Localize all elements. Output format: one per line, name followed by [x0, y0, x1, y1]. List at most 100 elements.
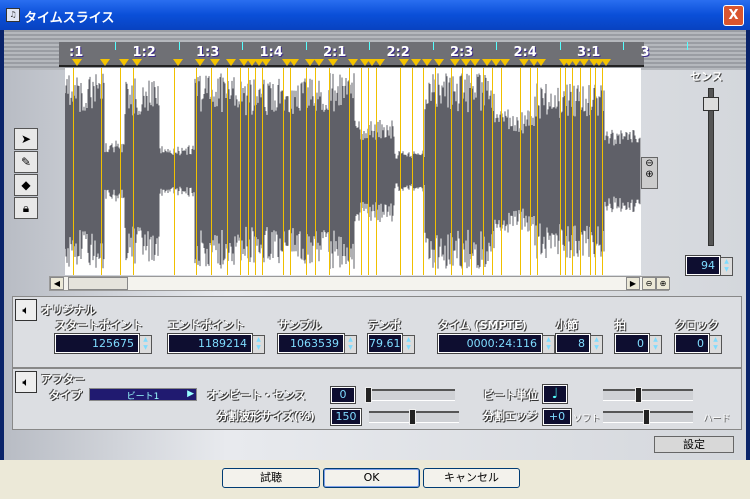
- slice-marker[interactable]: [560, 68, 561, 275]
- edge-value[interactable]: +0: [543, 409, 571, 425]
- slice-marker[interactable]: [211, 68, 212, 275]
- slice-marker[interactable]: [451, 68, 452, 275]
- slice-marker[interactable]: [530, 68, 531, 275]
- slice-marker[interactable]: [290, 68, 291, 275]
- slice-marker[interactable]: [492, 68, 493, 275]
- slice-marker[interactable]: [520, 68, 521, 275]
- slice-marker-handle[interactable]: [348, 59, 358, 66]
- slice-marker-handle[interactable]: [579, 59, 589, 66]
- horizontal-scrollbar[interactable]: ◀ ▶ ⊖ ⊕: [49, 276, 670, 291]
- slice-marker-handle[interactable]: [210, 59, 220, 66]
- onbeat-value[interactable]: 0: [331, 387, 355, 403]
- field-value-box[interactable]: 125675 ▲ ▼: [55, 334, 152, 354]
- slice-marker-handle[interactable]: [132, 59, 142, 66]
- slice-marker-handle[interactable]: [434, 59, 444, 66]
- slice-marker-handle[interactable]: [470, 59, 480, 66]
- slice-marker-handle[interactable]: [375, 59, 385, 66]
- slice-marker[interactable]: [227, 68, 228, 275]
- spinner[interactable]: ▲ ▼: [252, 335, 265, 354]
- slice-marker[interactable]: [368, 68, 369, 275]
- slice-marker-handle[interactable]: [195, 59, 205, 66]
- edge-slider-thumb[interactable]: [643, 409, 650, 425]
- slice-marker[interactable]: [315, 68, 316, 275]
- sense-value[interactable]: 94 ▲ ▼: [686, 256, 733, 276]
- sense-spinner[interactable]: ▲ ▼: [720, 257, 733, 276]
- beat-unit-button[interactable]: ♩: [543, 385, 567, 403]
- pencil-tool-icon[interactable]: ✎: [14, 151, 38, 173]
- sense-slider-thumb[interactable]: [703, 96, 719, 111]
- slice-marker-handle[interactable]: [314, 59, 324, 66]
- slice-marker[interactable]: [572, 68, 573, 275]
- spinner[interactable]: ▲ ▼: [649, 335, 662, 354]
- cancel-button[interactable]: キャンセル: [423, 468, 520, 488]
- slice-marker[interactable]: [329, 68, 330, 275]
- eraser-tool-icon[interactable]: ◆: [14, 174, 38, 196]
- sense-slider[interactable]: [708, 88, 714, 246]
- scroll-right-button[interactable]: ▶: [626, 277, 640, 290]
- field-value-box[interactable]: 0000:24:116 ▲ ▼: [438, 334, 555, 354]
- spinner[interactable]: ▲ ▼: [542, 335, 555, 354]
- after-speaker-icon[interactable]: 🔈︎: [15, 371, 37, 393]
- spinner[interactable]: ▲ ▼: [402, 335, 415, 354]
- split-size-slider-thumb[interactable]: [409, 409, 416, 425]
- slice-marker[interactable]: [255, 68, 256, 275]
- slice-marker[interactable]: [537, 68, 538, 275]
- slice-marker[interactable]: [196, 68, 197, 275]
- slice-marker[interactable]: [120, 68, 121, 275]
- split-size-slider[interactable]: [369, 409, 459, 425]
- waveform-view[interactable]: [65, 68, 641, 275]
- slice-marker[interactable]: [73, 68, 74, 275]
- zoom-out-icon[interactable]: ⊖: [642, 277, 656, 290]
- slice-marker-handle[interactable]: [601, 59, 611, 66]
- settings-button[interactable]: 設定: [654, 436, 734, 453]
- slice-marker[interactable]: [283, 68, 284, 275]
- scroll-thumb[interactable]: [68, 277, 128, 290]
- slice-marker[interactable]: [590, 68, 591, 275]
- slice-marker-handle[interactable]: [226, 59, 236, 66]
- slice-marker-handle[interactable]: [119, 59, 129, 66]
- split-size-value[interactable]: 150: [331, 409, 361, 425]
- slice-marker-handle[interactable]: [536, 59, 546, 66]
- slice-marker-handle[interactable]: [500, 59, 510, 66]
- zoom-in-icon[interactable]: ⊕: [656, 277, 670, 290]
- slice-marker[interactable]: [101, 68, 102, 275]
- edge-slider[interactable]: [603, 409, 693, 425]
- slice-marker-handle[interactable]: [328, 59, 338, 66]
- pointer-tool-icon[interactable]: ➤: [14, 128, 38, 150]
- preview-button[interactable]: 試聴: [222, 468, 320, 488]
- slice-marker-handle[interactable]: [100, 59, 110, 66]
- slice-marker[interactable]: [306, 68, 307, 275]
- field-value-box[interactable]: 1189214 ▲ ▼: [168, 334, 265, 354]
- field-value-box[interactable]: 79.61 ▲ ▼: [368, 334, 415, 354]
- beat-unit-slider-thumb[interactable]: [635, 387, 642, 403]
- slice-marker-handle[interactable]: [173, 59, 183, 66]
- slice-marker[interactable]: [349, 68, 350, 275]
- slice-marker[interactable]: [595, 68, 596, 275]
- spinner[interactable]: ▲ ▼: [344, 335, 357, 354]
- type-select[interactable]: ビート1 ▶: [89, 388, 197, 402]
- slice-marker[interactable]: [435, 68, 436, 275]
- spinner[interactable]: ▲ ▼: [590, 335, 603, 354]
- slice-marker-handle[interactable]: [450, 59, 460, 66]
- ok-button[interactable]: OK: [323, 468, 420, 488]
- onbeat-slider[interactable]: [365, 387, 455, 403]
- field-value-box[interactable]: 0 ▲ ▼: [675, 334, 722, 354]
- slice-marker[interactable]: [376, 68, 377, 275]
- field-value-box[interactable]: 1063539 ▲ ▼: [278, 334, 357, 354]
- close-button[interactable]: X: [723, 5, 744, 26]
- slice-marker[interactable]: [471, 68, 472, 275]
- v-zoom-in-icon[interactable]: ⊕: [642, 169, 657, 180]
- slice-marker[interactable]: [565, 68, 566, 275]
- slice-marker-handle[interactable]: [411, 59, 421, 66]
- slice-marker-handle[interactable]: [399, 59, 409, 66]
- onbeat-slider-thumb[interactable]: [365, 387, 372, 403]
- original-speaker-icon[interactable]: 🔈︎: [15, 299, 37, 321]
- slice-marker-handle[interactable]: [519, 59, 529, 66]
- field-value-box[interactable]: 0 ▲ ▼: [615, 334, 662, 354]
- slice-marker[interactable]: [174, 68, 175, 275]
- slice-marker[interactable]: [240, 68, 241, 275]
- slice-marker[interactable]: [248, 68, 249, 275]
- slice-marker[interactable]: [501, 68, 502, 275]
- slice-marker[interactable]: [462, 68, 463, 275]
- field-value-box[interactable]: 8 ▲ ▼: [556, 334, 603, 354]
